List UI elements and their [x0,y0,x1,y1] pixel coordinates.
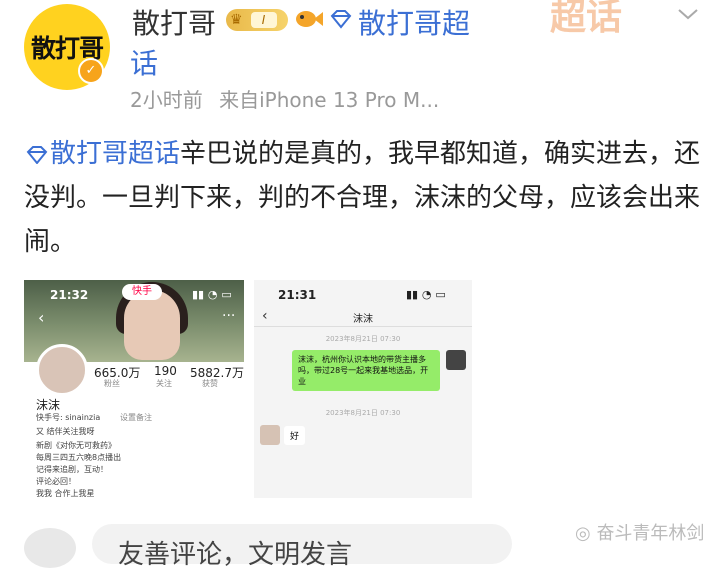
diamond-topic-icon [330,10,352,29]
crown-icon: ♛ [230,12,243,28]
bio-line: 又 结伴关注我呀 [36,427,95,436]
chat-bubble-outgoing: 沫沫，杭州你认识本地的带货主播多吗，带过28号一起来我基地选品，开业 [292,350,440,391]
chat-bubble-incoming: 好 [284,426,306,445]
post-source: 来自iPhone 13 Pro M... [219,88,440,112]
stat-likes-label: 获赞 [202,379,218,388]
post-image-profile[interactable]: 21:32 快手 ▮▮ ◔ ▭ ‹ ··· 665.0万 粉丝 190 关注 5… [24,280,244,498]
bio-line: 新剧《对你无可救药》 [36,441,116,450]
username[interactable]: 散打哥 [132,2,216,42]
bio-line: 记得来追剧，互动！ [36,465,108,474]
chat-timestamp: 2023年8月21日 07:30 [325,409,401,417]
chat-avatar-contact [260,425,280,445]
verified-badge-icon: ✓ [78,58,104,84]
profile-avatar [36,344,88,396]
profile-id: 快手号: sinainzia [36,413,101,422]
commenter-avatar [24,528,76,568]
chat-avatar-self [446,350,466,370]
chat-title: 沫沫 [353,314,373,325]
bio-line: 评论必回！ [36,477,76,486]
weibo-logo-icon: ◎ [575,523,597,544]
watermark-top: 超话 [550,0,623,38]
member-level: I [250,12,277,28]
profile-name: 沫沫 [36,398,61,412]
more-icon: ··· [222,308,236,324]
diamond-topic-icon [26,145,48,164]
post-meta: 2小时前 来自iPhone 13 Pro M... [130,84,439,113]
topic-link-continued[interactable]: 话 [130,42,158,82]
post-topic-link[interactable]: 散打哥超话 [50,139,180,169]
post-time: 2小时前 [130,88,203,112]
topic-link[interactable]: 散打哥超 [358,2,470,42]
comment-placeholder: 友善评论，文明发言 [118,540,353,570]
signal-icon: ▮▮ ◔ ▭ [192,288,232,301]
chat-timestamp: 2023年8月21日 07:30 [325,335,401,343]
bio-line: 我我 合作上我星 [36,489,95,498]
stat-followers-label: 粉丝 [104,379,120,388]
chevron-down-icon[interactable] [676,6,700,22]
post-text: 散打哥超话辛巴说的是真的，我早都知道，确实进去，还没判。一旦判下来，判的不合理，… [24,132,704,264]
profile-tag: 设置备注 [120,413,152,422]
footer-watermark-text: 奋斗青年林剑 [596,523,705,544]
fish-icon [296,11,323,27]
back-arrow-icon: ‹ [38,308,45,327]
footer-watermark: ◎ 奋斗青年林剑 [575,519,704,545]
member-badge[interactable]: ♛ I [226,9,288,31]
stat-following: 190 [154,364,177,378]
app-badge: 快手 [122,284,162,300]
status-time: 21:31 [278,288,317,302]
divider [254,326,472,327]
status-time: 21:32 [50,288,89,302]
stat-following-label: 关注 [156,379,172,388]
signal-icon: ▮▮ ◔ ▭ [406,288,446,301]
bio-line: 每周三四五六晚8点播出 [36,453,122,462]
post-image-chat[interactable]: 21:31 ▮▮ ◔ ▭ ‹ 沫沫 2023年8月21日 07:30 沫沫，杭州… [254,280,472,498]
banner-portrait-face [124,290,180,360]
